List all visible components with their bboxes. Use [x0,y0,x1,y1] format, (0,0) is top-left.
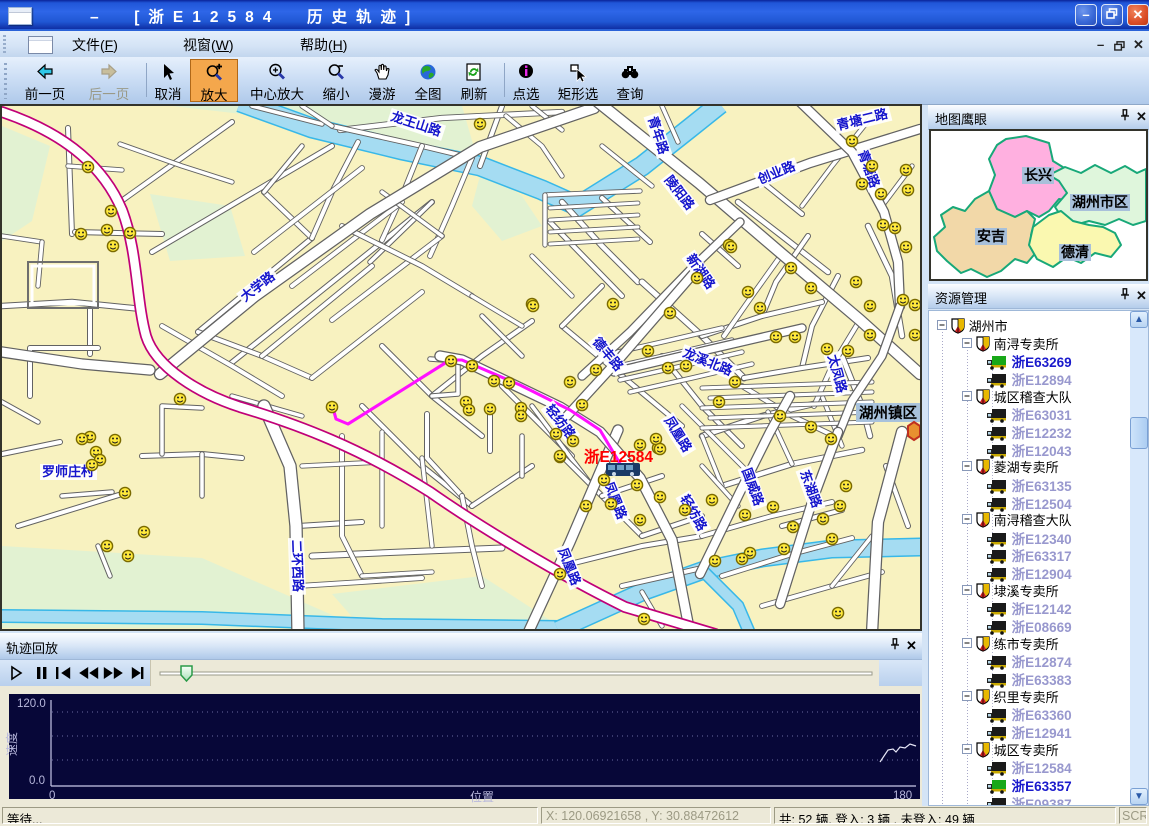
svg-text:0.0: 0.0 [29,775,45,787]
svg-text:二环西路: 二环西路 [289,540,306,593]
svg-text:0: 0 [49,790,55,802]
svg-text:安吉: 安吉 [977,228,1005,244]
svg-text:德清: 德清 [1061,244,1089,260]
svg-text:湖州镇区: 湖州镇区 [859,404,917,422]
svg-text:180: 180 [893,790,912,802]
svg-text:长兴: 长兴 [1024,167,1052,183]
svg-text:位置: 位置 [470,789,494,804]
svg-text:速度: 速度 [4,732,19,756]
svg-text:120.0: 120.0 [17,698,46,710]
svg-text:湖州市区: 湖州市区 [1072,194,1128,210]
